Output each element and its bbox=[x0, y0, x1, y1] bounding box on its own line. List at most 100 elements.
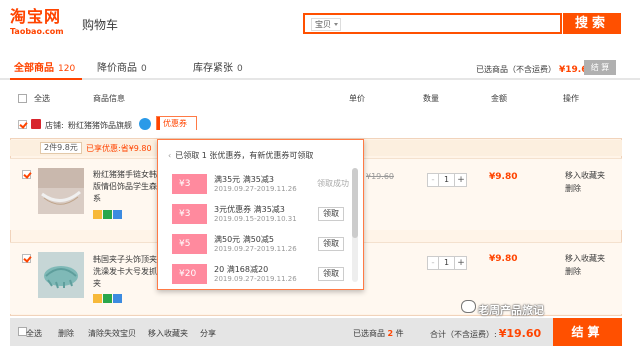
move-to-favorites-link[interactable]: 移入收藏夹 bbox=[565, 252, 605, 265]
settle-button-top[interactable]: 结 算 bbox=[584, 60, 616, 75]
search-type-select[interactable]: 宝贝 bbox=[311, 18, 341, 31]
coupon-value: ¥3 bbox=[172, 204, 209, 224]
coupon-card: ¥20 20 满168减20 2019.09.27-2019.11.26 领取 bbox=[172, 264, 352, 286]
card-badge-icon bbox=[93, 294, 102, 303]
delete-link[interactable]: 删除 bbox=[565, 265, 605, 278]
search-type-label: 宝贝 bbox=[315, 20, 331, 29]
promo-tag: 2件9.8元 bbox=[40, 142, 82, 154]
quantity-minus-button[interactable]: - bbox=[428, 257, 438, 269]
coupon-popup-scrollbar[interactable] bbox=[352, 168, 358, 282]
coupon-popup-summary: 已领取 1 张优惠券，有新优惠券可领取 bbox=[175, 151, 314, 160]
item-subtotal: ¥9.80 bbox=[489, 172, 518, 182]
coupon-validity: 2019.09.27-2019.11.26 bbox=[214, 275, 297, 283]
claim-coupon-button[interactable]: 领取 bbox=[318, 267, 344, 281]
seven-day-return-icon bbox=[103, 210, 112, 219]
col-product-info: 商品信息 bbox=[93, 94, 125, 103]
chat-icon[interactable] bbox=[139, 118, 151, 130]
active-tab-indicator bbox=[10, 78, 82, 80]
coupon-card: ¥3 3元优惠券 满35减3 2019.09.15-2019.10.31 领取 bbox=[172, 204, 352, 226]
coupon-dropdown-trigger[interactable]: 优惠券 bbox=[156, 116, 197, 130]
coupon-value: ¥3 bbox=[172, 174, 209, 194]
quantity-value[interactable]: 1 bbox=[438, 174, 455, 186]
footer-selected-label: 已选商品 bbox=[353, 329, 385, 338]
footer-selected-number: 2 bbox=[387, 329, 394, 338]
coupon-popup: ‹ 已领取 1 张优惠券，有新优惠券可领取 ¥3 满35元 满35减3 2019.… bbox=[157, 139, 364, 290]
logo-english: Taobao.com bbox=[10, 27, 64, 36]
quantity-plus-button[interactable]: + bbox=[455, 257, 467, 269]
col-select-all: 全选 bbox=[34, 94, 50, 103]
service-badges bbox=[93, 210, 123, 219]
tab-count: 120 bbox=[58, 64, 76, 74]
logo-chinese: 淘宝网 bbox=[10, 7, 62, 26]
tab-price-drop[interactable]: 降价商品 0 bbox=[97, 59, 147, 74]
selected-summary: 已选商品（不含运费） ¥19.60 bbox=[476, 64, 594, 75]
tab-label: 全部商品 bbox=[14, 63, 54, 74]
tab-count: 0 bbox=[141, 64, 147, 74]
watermark-text: 老周产品旅记 bbox=[478, 304, 544, 317]
product-thumbnail-hairclip[interactable] bbox=[38, 252, 84, 298]
quantity-value[interactable]: 1 bbox=[438, 257, 455, 269]
selected-summary-label: 已选商品（不含运费） bbox=[476, 65, 556, 74]
coupon-card: ¥5 满50元 满50减5 2019.09.27-2019.11.26 领取 bbox=[172, 234, 352, 256]
shop-name-link[interactable]: 粉红猪猪饰品旗舰 bbox=[68, 120, 132, 131]
footer-move-favorites[interactable]: 移入收藏夹 bbox=[148, 328, 188, 339]
coupon-value: ¥20 bbox=[172, 264, 209, 284]
footer-clear-invalid[interactable]: 清除失效宝贝 bbox=[88, 328, 136, 339]
quantity-stepper[interactable]: - 1 + bbox=[427, 256, 467, 270]
coupon-trigger-label: 优惠券 bbox=[163, 119, 187, 128]
footer-share[interactable]: 分享 bbox=[200, 328, 216, 339]
promo-text: 已享优惠:省¥9.80 bbox=[86, 144, 152, 153]
settle-button[interactable]: 结算 bbox=[553, 318, 622, 346]
search-button[interactable]: 搜索 bbox=[563, 13, 621, 34]
chevron-left-icon[interactable]: ‹ bbox=[168, 151, 171, 160]
move-to-favorites-link[interactable]: 移入收藏夹 bbox=[565, 169, 605, 182]
guarantee-icon bbox=[113, 294, 122, 303]
shop-label: 店铺: bbox=[45, 121, 64, 130]
col-unit-price: 单价 bbox=[349, 94, 365, 103]
col-quantity: 数量 bbox=[423, 94, 439, 103]
tab-low-stock[interactable]: 库存紧张 0 bbox=[193, 59, 243, 74]
tab-label: 降价商品 bbox=[97, 63, 137, 74]
coupon-validity: 2019.09.15-2019.10.31 bbox=[214, 215, 297, 223]
footer-total-price: ¥19.60 bbox=[498, 327, 542, 340]
tab-count: 0 bbox=[237, 64, 243, 74]
item-checkbox[interactable] bbox=[22, 254, 31, 263]
claim-coupon-button[interactable]: 领取 bbox=[318, 207, 344, 221]
coupon-title: 满50元 满50减5 bbox=[214, 235, 274, 244]
tab-all-items[interactable]: 全部商品 120 bbox=[14, 59, 75, 74]
coupon-popup-header: ‹ 已领取 1 张优惠券，有新优惠券可领取 bbox=[168, 150, 313, 161]
service-badges bbox=[93, 294, 123, 303]
claim-coupon-button[interactable]: 领取 bbox=[318, 237, 344, 251]
scrollbar-thumb[interactable] bbox=[352, 168, 358, 238]
quantity-minus-button[interactable]: - bbox=[428, 174, 438, 186]
footer-select-all[interactable]: 全选 bbox=[26, 328, 42, 339]
chevron-down-icon bbox=[334, 23, 338, 26]
footer-selected-count: 已选商品 2 件 bbox=[353, 328, 404, 339]
coupon-title: 满35元 满35减3 bbox=[214, 175, 274, 184]
item-title[interactable]: 粉红猪猪手链女韩版情侣饰品学生森系 bbox=[93, 169, 163, 205]
taobao-logo[interactable]: 淘宝网 Taobao.com bbox=[10, 8, 78, 42]
coupon-validity: 2019.09.27-2019.11.26 bbox=[214, 185, 297, 193]
coupon-title: 20 满168减20 bbox=[214, 265, 269, 274]
item-actions: 移入收藏夹 删除 bbox=[565, 169, 605, 195]
quantity-plus-button[interactable]: + bbox=[455, 174, 467, 186]
footer-total-label: 合计（不含运费）: bbox=[430, 330, 497, 339]
seven-day-return-icon bbox=[103, 294, 112, 303]
search-bar[interactable]: 宝贝 bbox=[303, 13, 562, 34]
item-checkbox[interactable] bbox=[22, 170, 31, 179]
cart-page: 淘宝网 Taobao.com 购物车 宝贝 搜索 全部商品 120 降价商品 0 库… bbox=[0, 0, 640, 346]
coupon-title: 3元优惠券 满35减3 bbox=[214, 205, 285, 214]
product-thumbnail-bracelet[interactable] bbox=[38, 168, 84, 214]
footer-delete[interactable]: 删除 bbox=[58, 328, 74, 339]
item-title[interactable]: 韩国夹子头饰顶夹洗澡发卡大号发抓夹 bbox=[93, 254, 163, 290]
footer-selected-unit: 件 bbox=[395, 329, 404, 338]
quantity-stepper[interactable]: - 1 + bbox=[427, 173, 467, 187]
select-all-checkbox-top[interactable] bbox=[18, 94, 27, 103]
tmall-shop-icon bbox=[31, 119, 41, 129]
delete-link[interactable]: 删除 bbox=[565, 182, 605, 195]
page-title: 购物车 bbox=[82, 18, 119, 32]
footer-total: 合计（不含运费）: ¥19.60 bbox=[430, 327, 541, 340]
shop-checkbox[interactable] bbox=[18, 120, 27, 129]
card-badge-icon bbox=[93, 210, 102, 219]
tab-label: 库存紧张 bbox=[193, 63, 233, 74]
